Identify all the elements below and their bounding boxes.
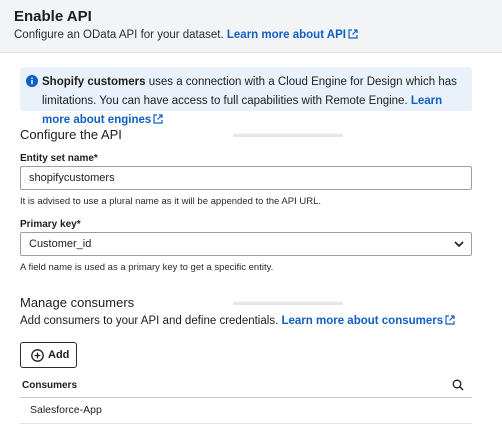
ghost-text: ▬▬▬▬▬▬▬▬▬▬ xyxy=(233,296,343,308)
chevron-down-icon xyxy=(454,241,464,248)
add-consumer-button[interactable]: Add xyxy=(20,342,77,368)
entity-set-name-hint: It is advised to use a plural name as it… xyxy=(20,196,322,207)
table-row[interactable]: Salesforce-App xyxy=(20,398,472,424)
consumers-table-header: Consumers xyxy=(20,375,472,398)
info-banner: Shopify customers uses a connection with… xyxy=(20,67,472,126)
add-button-label: Add xyxy=(48,349,70,361)
entity-set-name-label: Entity set name* xyxy=(20,153,98,164)
learn-more-consumers-link[interactable]: Learn more about consumers xyxy=(281,315,455,327)
banner-text: Shopify customers uses a connection with… xyxy=(42,73,464,130)
learn-more-api-link[interactable]: Learn more about API xyxy=(227,29,358,41)
consumers-description: Add consumers to your API and define cre… xyxy=(20,315,279,327)
subtitle-text: Configure an OData API for your dataset. xyxy=(14,29,224,41)
info-icon xyxy=(26,75,38,87)
consumers-column-header: Consumers xyxy=(22,380,78,391)
plus-circle-icon xyxy=(31,349,44,362)
consumers-description-line: Add consumers to your API and define cre… xyxy=(20,315,455,327)
page-title: Enable API xyxy=(14,8,92,25)
search-icon[interactable] xyxy=(452,379,464,391)
configure-section-title: Configure the API xyxy=(20,127,122,142)
banner-entity: Shopify customers xyxy=(42,76,146,88)
learn-more-consumers-label: Learn more about consumers xyxy=(281,315,444,327)
page-subtitle: Configure an OData API for your dataset.… xyxy=(14,29,358,41)
primary-key-select[interactable]: Customer_id xyxy=(20,232,472,256)
external-link-icon xyxy=(153,114,163,124)
primary-key-label: Primary key* xyxy=(20,219,81,230)
dialog-header: Enable API Configure an OData API for yo… xyxy=(0,0,502,53)
entity-set-name-input[interactable] xyxy=(20,166,472,190)
learn-more-api-label: Learn more about API xyxy=(226,29,346,41)
consumer-name: Salesforce-App xyxy=(30,404,102,416)
external-link-icon xyxy=(348,29,358,39)
consumers-section-title: Manage consumers xyxy=(20,295,135,310)
primary-key-hint: A field name is used as a primary key to… xyxy=(20,262,274,273)
external-link-icon xyxy=(445,315,455,325)
primary-key-value: Customer_id xyxy=(29,238,92,250)
